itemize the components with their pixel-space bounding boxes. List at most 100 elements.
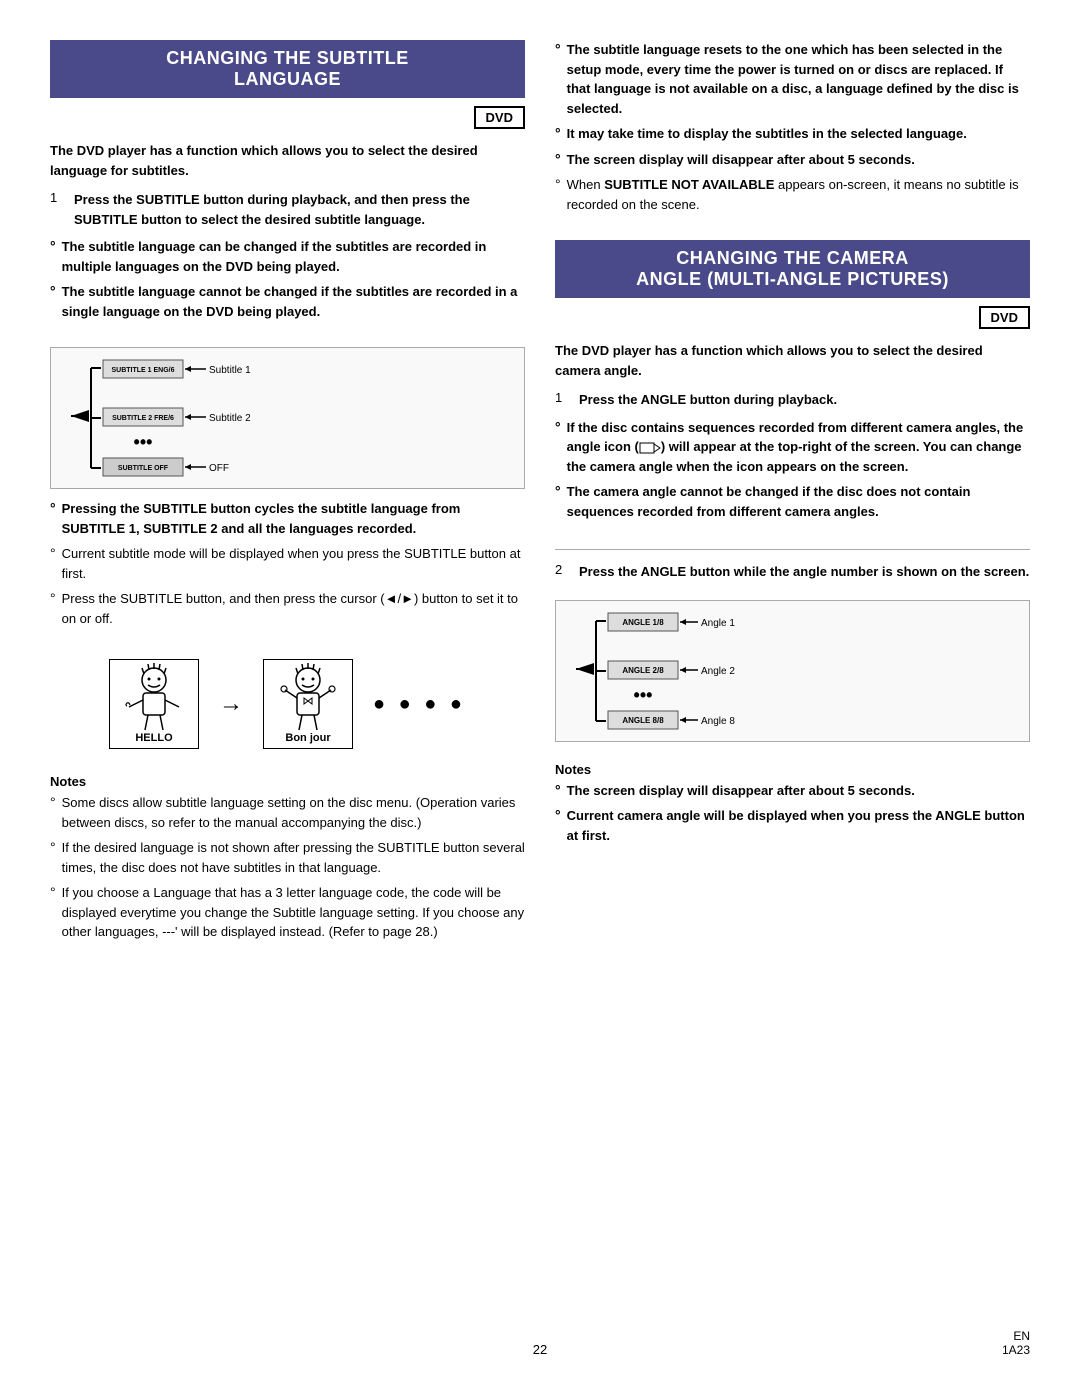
angle-diagram-svg: ANGLE 1/8 ANGLE 2/8 ••• ANGLE 8/8 Angle … [566,611,786,731]
bullet-list-left-2: Pressing the SUBTITLE button cycles the … [50,499,525,634]
note-camera-2-text: Current camera angle will be displayed w… [567,806,1030,845]
note-left-3: If you choose a Language that has a 3 le… [50,883,525,942]
subtitle-section-header: CHANGING THE SUBTITLE LANGUAGE [50,40,525,98]
svg-text:Angle 1: Angle 1 [701,618,735,629]
bullet-left-2-2: Current subtitle mode will be displayed … [50,544,525,583]
bullet-camera-2-text: The camera angle cannot be changed if th… [567,482,1030,521]
bullet-right-top-1-text: The subtitle language resets to the one … [567,40,1030,118]
svg-text:SUBTITLE OFF: SUBTITLE OFF [118,465,169,472]
bullet-list-left-1: The subtitle language can be changed if … [50,237,525,327]
step1-camera-text: Press the ANGLE button during playback. [579,390,1030,410]
bullet-left-2-1-text: Pressing the SUBTITLE button cycles the … [62,499,525,538]
note-left-3-text: If you choose a Language that has a 3 le… [62,883,525,942]
footer-code: EN 1A23 [1002,1329,1030,1357]
left-intro: The DVD player has a function which allo… [50,141,525,180]
notes-title-left: Notes [50,774,525,789]
page: CHANGING THE SUBTITLE LANGUAGE DVD The D… [0,0,1080,1397]
svg-text:Subtitle 1: Subtitle 1 [209,365,251,376]
subtitle-diagram: SUBTITLE 1 ENG/6 SUBTITLE 2 FRE/6 ••• SU… [50,347,525,489]
notes-list-camera: The screen display will disappear after … [555,781,1030,846]
bullet-camera-1: If the disc contains sequences recorded … [555,418,1030,477]
subtitle-diagram-svg: SUBTITLE 1 ENG/6 SUBTITLE 2 FRE/6 ••• SU… [61,358,281,478]
subtitle-title-line1: CHANGING THE SUBTITLE [166,48,409,68]
svg-text:SUBTITLE 1 ENG/6: SUBTITLE 1 ENG/6 [111,367,174,374]
bullet-left-2-3-text: Press the SUBTITLE button, and then pres… [62,589,525,628]
footer-page-number: 22 [50,1342,1030,1357]
note-camera-1: The screen display will disappear after … [555,781,1030,801]
bullet-left-1-1: The subtitle language can be changed if … [50,237,525,276]
bullet-left-1-2-text: The subtitle language cannot be changed … [62,282,525,321]
svg-text:ANGLE 8/8: ANGLE 8/8 [622,716,664,725]
note-left-2-text: If the desired language is not shown aft… [62,838,525,877]
camera-title-line2: ANGLE (Multi-Angle Pictures) [636,269,949,289]
note-camera-1-text: The screen display will disappear after … [567,781,915,801]
characters-area: HELLO → [50,659,525,749]
svg-text:SUBTITLE 2 FRE/6: SUBTITLE 2 FRE/6 [112,415,174,422]
step1-left: 1 Press the SUBTITLE button during playb… [50,190,525,229]
notes-list-left: Some discs allow subtitle language setti… [50,793,525,942]
char-bonjour-label: Bon jour [285,732,330,744]
step2-camera-num: 2 [555,562,571,582]
char-box-hello: HELLO [109,659,199,749]
arrow-between-chars: → [219,690,243,718]
svg-text:ANGLE 2/8: ANGLE 2/8 [622,666,664,675]
footer: 22 EN 1A23 [50,1342,1030,1357]
bullet-right-top-4: When SUBTITLE NOT AVAILABLE appears on-s… [555,175,1030,214]
svg-text:Angle 8: Angle 8 [701,716,735,727]
ellipsis-dots: ● ● ● ● [373,693,466,716]
char-hello-svg [119,662,189,732]
svg-text:OFF: OFF [209,463,229,474]
step2-camera: 2 Press the ANGLE button while the angle… [555,562,1030,582]
camera-intro: The DVD player has a function which allo… [555,341,1030,380]
dvd-badge-left: DVD [474,106,525,129]
notes-section-camera: Notes The screen display will disappear … [555,762,1030,856]
footer-code-1a23: 1A23 [1002,1343,1030,1357]
bullet-right-top-3: The screen display will disappear after … [555,150,1030,170]
camera-section-header: CHANGING THE CAMERA ANGLE (Multi-Angle P… [555,240,1030,298]
dvd-badge-container-left: DVD [50,106,525,135]
left-column: CHANGING THE SUBTITLE LANGUAGE DVD The D… [50,40,525,1322]
char-hello-label: HELLO [135,732,172,744]
bullet-right-top-2-text: It may take time to display the subtitle… [567,124,967,144]
step1-camera-num: 1 [555,390,571,410]
svg-text:•••: ••• [634,685,653,705]
svg-text:Subtitle 2: Subtitle 2 [209,413,251,424]
separator-camera [555,549,1030,550]
bullet-right-top-1: The subtitle language resets to the one … [555,40,1030,118]
dvd-badge-right: DVD [979,306,1030,329]
bullet-right-top-3-text: The screen display will disappear after … [567,150,915,170]
two-column-layout: CHANGING THE SUBTITLE LANGUAGE DVD The D… [50,40,1030,1322]
svg-text:Angle 2: Angle 2 [701,666,735,677]
bullet-left-1-2: The subtitle language cannot be changed … [50,282,525,321]
bullet-list-camera-1: If the disc contains sequences recorded … [555,418,1030,528]
char-bonjour-svg [273,662,343,732]
step1-left-num: 1 [50,190,66,229]
note-left-2: If the desired language is not shown aft… [50,838,525,877]
bullet-list-right-top: The subtitle language resets to the one … [555,40,1030,220]
footer-code-en: EN [1013,1329,1030,1343]
bullet-left-2-1: Pressing the SUBTITLE button cycles the … [50,499,525,538]
step1-left-text: Press the SUBTITLE button during playbac… [74,190,525,229]
bullet-camera-2: The camera angle cannot be changed if th… [555,482,1030,521]
step2-camera-text: Press the ANGLE button while the angle n… [579,562,1030,582]
notes-section-left: Notes Some discs allow subtitle language… [50,774,525,952]
dvd-badge-container-right: DVD [555,306,1030,335]
step1-camera: 1 Press the ANGLE button during playback… [555,390,1030,410]
right-column: The subtitle language resets to the one … [555,40,1030,1322]
bullet-camera-1-text: If the disc contains sequences recorded … [567,418,1030,477]
camera-title-line1: CHANGING THE CAMERA [676,248,909,268]
notes-title-camera: Notes [555,762,1030,777]
svg-text:ANGLE 1/8: ANGLE 1/8 [622,618,664,627]
angle-diagram: ANGLE 1/8 ANGLE 2/8 ••• ANGLE 8/8 Angle … [555,600,1030,742]
bullet-right-top-2: It may take time to display the subtitle… [555,124,1030,144]
bullet-right-top-4-text: When SUBTITLE NOT AVAILABLE appears on-s… [567,175,1030,214]
char-box-bonjour: Bon jour [263,659,353,749]
bullet-left-1-1-text: The subtitle language can be changed if … [62,237,525,276]
bullet-left-2-2-text: Current subtitle mode will be displayed … [62,544,525,583]
note-camera-2: Current camera angle will be displayed w… [555,806,1030,845]
note-left-1: Some discs allow subtitle language setti… [50,793,525,832]
svg-text:•••: ••• [134,432,153,452]
note-left-1-text: Some discs allow subtitle language setti… [62,793,525,832]
bullet-left-2-3: Press the SUBTITLE button, and then pres… [50,589,525,628]
subtitle-title-line2: LANGUAGE [234,69,341,89]
